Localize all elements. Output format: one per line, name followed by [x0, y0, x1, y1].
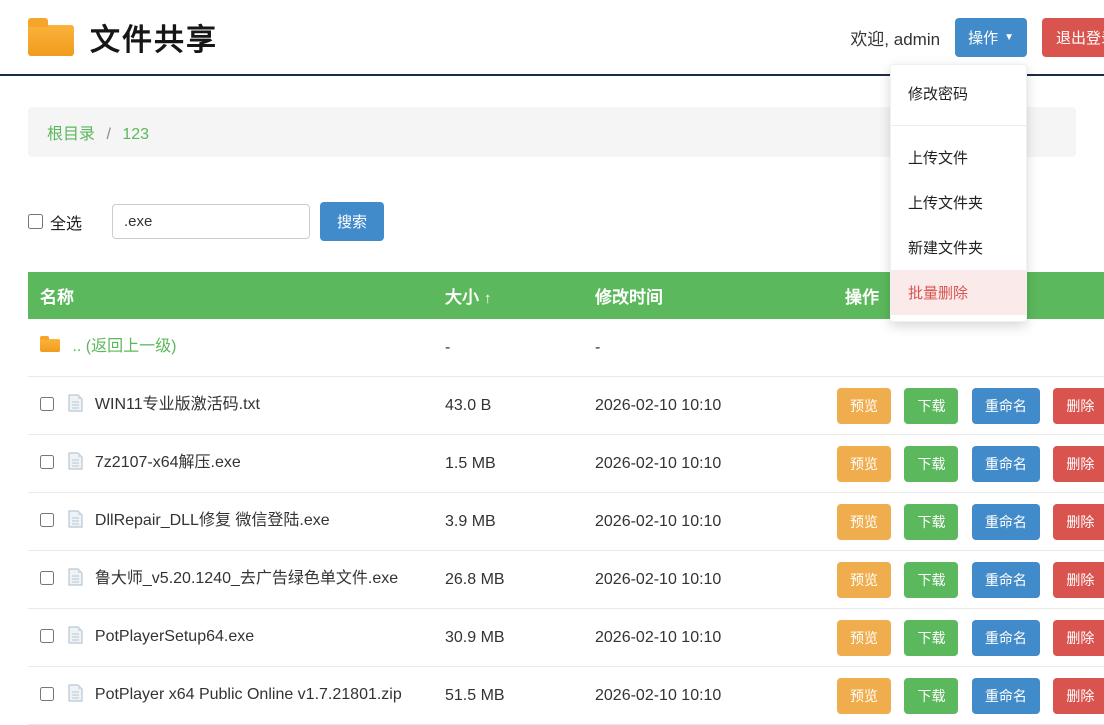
breadcrumb-separator: / [99, 126, 117, 143]
download-button[interactable]: 下载 [904, 446, 958, 482]
preview-button[interactable]: 预览 [837, 446, 891, 482]
preview-button[interactable]: 预览 [837, 562, 891, 598]
file-icon [68, 394, 83, 412]
preview-button[interactable]: 预览 [837, 388, 891, 424]
parent-directory-row[interactable]: .. (返回上一级) - - [28, 319, 1104, 377]
file-modified: 2026-02-10 10:10 [583, 447, 833, 481]
table-row: 7z2107-x64解压.exe 1.5 MB 2026-02-10 10:10… [28, 435, 1104, 493]
row-checkbox[interactable] [40, 513, 54, 527]
delete-button[interactable]: 删除 [1053, 446, 1104, 482]
table-row: WIN11专业版激活码.txt 43.0 B 2026-02-10 10:10 … [28, 377, 1104, 435]
column-header-name[interactable]: 名称 [28, 283, 433, 308]
welcome-text: 欢迎, admin [850, 25, 940, 50]
table-row: PotPlayer x64 Public Online v1.7.21801.z… [28, 667, 1104, 725]
file-icon [68, 568, 83, 586]
download-button[interactable]: 下载 [904, 388, 958, 424]
file-modified: 2026-02-10 10:10 [583, 563, 833, 597]
row-checkbox[interactable] [40, 629, 54, 643]
file-icon [68, 626, 83, 644]
rename-button[interactable]: 重命名 [972, 388, 1040, 424]
row-checkbox[interactable] [40, 455, 54, 469]
file-name[interactable]: PotPlayer x64 Public Online v1.7.21801.z… [95, 686, 402, 703]
parent-modified: - [583, 331, 833, 365]
menu-item-upload-folder[interactable]: 上传文件夹 [891, 180, 1026, 225]
delete-button[interactable]: 删除 [1053, 562, 1104, 598]
table-row: 鲁大师_v5.20.1240_去广告绿色单文件.exe 26.8 MB 2026… [28, 551, 1104, 609]
page-title: 文件共享 [90, 15, 218, 59]
breadcrumb-current-folder[interactable]: 123 [122, 126, 149, 143]
file-size: 26.8 MB [433, 563, 583, 597]
actions-dropdown-menu: 修改密码 上传文件 上传文件夹 新建文件夹 批量删除 [890, 64, 1027, 322]
parent-directory-link[interactable]: .. (返回上一级) [72, 338, 176, 355]
file-name[interactable]: WIN11专业版激活码.txt [95, 396, 260, 413]
download-button[interactable]: 下载 [904, 620, 958, 656]
file-modified: 2026-02-10 10:10 [583, 679, 833, 713]
rename-button[interactable]: 重命名 [972, 562, 1040, 598]
logout-button[interactable]: 退出登录 [1042, 18, 1104, 57]
file-modified: 2026-02-10 10:10 [583, 621, 833, 655]
file-name[interactable]: 7z2107-x64解压.exe [95, 454, 241, 471]
search-input[interactable] [112, 204, 310, 239]
actions-button-label: 操作 [968, 27, 998, 48]
preview-button[interactable]: 预览 [837, 504, 891, 540]
download-button[interactable]: 下载 [904, 504, 958, 540]
file-size: 1.5 MB [433, 447, 583, 481]
file-size: 3.9 MB [433, 505, 583, 539]
rename-button[interactable]: 重命名 [972, 504, 1040, 540]
file-name[interactable]: PotPlayerSetup64.exe [95, 628, 254, 645]
column-header-modified[interactable]: 修改时间 [583, 283, 833, 308]
file-size: 51.5 MB [433, 679, 583, 713]
delete-button[interactable]: 删除 [1053, 504, 1104, 540]
header-right-cluster: 欢迎, admin 操作 ▼ 退出登录 [850, 18, 1104, 57]
parent-size: - [433, 331, 583, 365]
rename-button[interactable]: 重命名 [972, 446, 1040, 482]
rename-button[interactable]: 重命名 [972, 620, 1040, 656]
file-name[interactable]: 鲁大师_v5.20.1240_去广告绿色单文件.exe [95, 570, 398, 587]
chevron-down-icon: ▼ [1004, 32, 1014, 43]
delete-button[interactable]: 删除 [1053, 388, 1104, 424]
file-icon [68, 452, 83, 470]
column-header-size[interactable]: 大小↑ [433, 283, 583, 308]
table-body: WIN11专业版激活码.txt 43.0 B 2026-02-10 10:10 … [28, 377, 1104, 725]
download-button[interactable]: 下载 [904, 562, 958, 598]
row-checkbox[interactable] [40, 571, 54, 585]
preview-button[interactable]: 预览 [837, 620, 891, 656]
table-row: PotPlayerSetup64.exe 30.9 MB 2026-02-10 … [28, 609, 1104, 667]
select-all-checkbox[interactable] [28, 214, 43, 229]
breadcrumb-root-link[interactable]: 根目录 [47, 126, 95, 143]
delete-button[interactable]: 删除 [1053, 678, 1104, 714]
row-checkbox[interactable] [40, 397, 54, 411]
menu-item-upload-file[interactable]: 上传文件 [891, 135, 1026, 180]
rename-button[interactable]: 重命名 [972, 678, 1040, 714]
menu-item-new-folder[interactable]: 新建文件夹 [891, 225, 1026, 270]
file-icon [68, 684, 83, 702]
file-size: 43.0 B [433, 389, 583, 423]
folder-icon [40, 339, 60, 352]
row-checkbox[interactable] [40, 687, 54, 701]
download-button[interactable]: 下载 [904, 678, 958, 714]
file-name[interactable]: DllRepair_DLL修复 微信登陆.exe [95, 512, 330, 529]
app-logo-folder-icon [28, 25, 74, 56]
file-icon [68, 510, 83, 528]
search-button[interactable]: 搜索 [320, 202, 384, 241]
menu-item-change-password[interactable]: 修改密码 [891, 71, 1026, 116]
delete-button[interactable]: 删除 [1053, 620, 1104, 656]
menu-item-batch-delete[interactable]: 批量删除 [891, 270, 1026, 315]
sort-ascending-icon: ↑ [484, 290, 492, 307]
actions-dropdown-button[interactable]: 操作 ▼ [955, 18, 1027, 57]
file-table: 名称 大小↑ 修改时间 操作 .. (返回上一级) - - [28, 272, 1104, 725]
file-size: 30.9 MB [433, 621, 583, 655]
file-modified: 2026-02-10 10:10 [583, 505, 833, 539]
preview-button[interactable]: 预览 [837, 678, 891, 714]
select-all-label: 全选 [50, 210, 82, 234]
menu-divider [891, 125, 1026, 126]
file-modified: 2026-02-10 10:10 [583, 389, 833, 423]
table-row: DllRepair_DLL修复 微信登陆.exe 3.9 MB 2026-02-… [28, 493, 1104, 551]
